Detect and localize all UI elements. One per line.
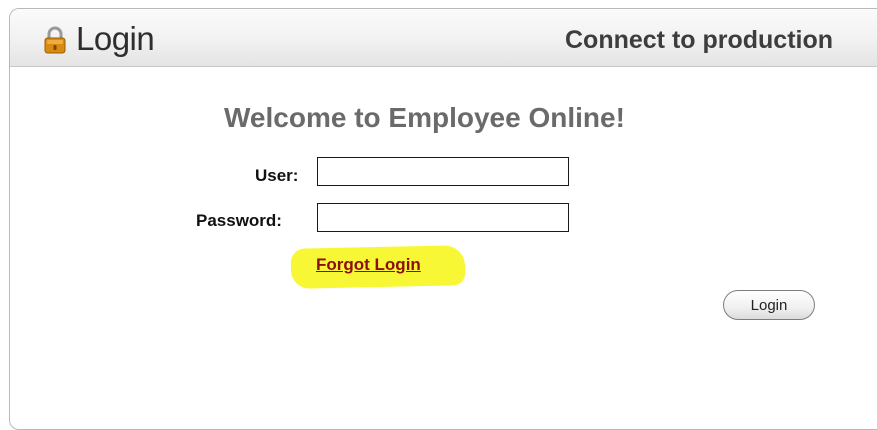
login-button[interactable]: Login (723, 290, 815, 320)
welcome-heading: Welcome to Employee Online! (224, 102, 625, 133)
login-panel: Login Connect to production Welcome to E… (9, 8, 877, 430)
user-input[interactable] (317, 157, 569, 186)
lock-icon (43, 26, 67, 54)
password-input[interactable] (317, 203, 569, 232)
page-title: Login (76, 20, 155, 57)
connect-to-production-link[interactable]: Connect to production (565, 26, 833, 55)
panel-header: Login Connect to production (10, 9, 877, 67)
forgot-login-link[interactable]: Forgot Login (316, 255, 421, 275)
user-label: User: (255, 166, 299, 185)
password-label: Password: (196, 211, 282, 230)
